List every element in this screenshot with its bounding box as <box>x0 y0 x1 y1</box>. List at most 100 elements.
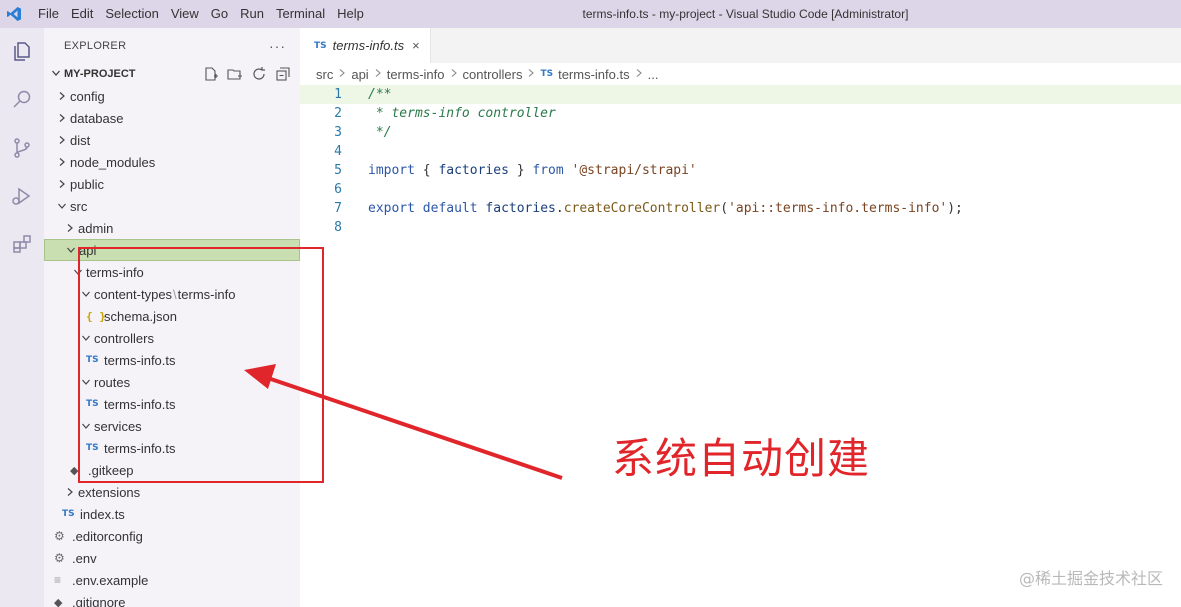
tree-label: terms-info.ts <box>104 440 176 456</box>
gear-icon: ⚙ <box>54 529 65 543</box>
tree-folder[interactable]: node_modules <box>44 151 300 173</box>
line-number: 1 <box>334 87 342 102</box>
tree-label: .env <box>72 550 97 566</box>
menu-item-selection[interactable]: Selection <box>99 0 164 28</box>
code-line[interactable]: 7 export default factories.createCoreCont… <box>300 199 1181 218</box>
close-icon[interactable]: × <box>412 38 420 53</box>
tree-file[interactable]: ≡ .env.example <box>44 569 300 591</box>
chevron-right-icon <box>450 68 458 81</box>
more-actions-icon[interactable]: ··· <box>269 38 286 54</box>
files-icon[interactable] <box>0 28 44 76</box>
tree-folder[interactable]: extensions <box>44 481 300 503</box>
tree-folder[interactable]: routes <box>44 371 300 393</box>
search-icon[interactable] <box>0 76 44 124</box>
tree-file[interactable]: TS terms-info.ts <box>44 393 300 415</box>
tree-folder[interactable]: src <box>44 195 300 217</box>
chevron-down-icon <box>78 333 94 343</box>
menu-item-view[interactable]: View <box>165 0 205 28</box>
chevron-right-icon <box>54 113 70 123</box>
tree-file[interactable]: { } schema.json <box>44 305 300 327</box>
chevron-right-icon <box>527 68 535 81</box>
tree-folder[interactable]: config <box>44 85 300 107</box>
chevron-right-icon <box>54 135 70 145</box>
breadcrumb-item[interactable]: api <box>351 67 368 82</box>
tree-folder[interactable]: api <box>44 239 300 261</box>
explorer-header: EXPLORER ··· <box>44 28 300 63</box>
code-editor[interactable]: 1 /** 2 * terms-info controller 3 */4 5 impor… <box>300 85 1181 237</box>
breadcrumb-item[interactable]: TS terms-info.ts <box>540 67 629 82</box>
tree-label: controllers <box>94 330 154 346</box>
tab-terms-info-ts[interactable]: TS terms-info.ts × <box>300 28 431 63</box>
tree-label: node_modules <box>70 154 156 170</box>
tree-file[interactable]: ⚙ .editorconfig <box>44 525 300 547</box>
collapse-all-icon[interactable] <box>274 65 292 83</box>
run-debug-icon[interactable] <box>0 172 44 220</box>
tree-folder[interactable]: terms-info <box>44 261 300 283</box>
project-name: MY-PROJECT <box>64 68 136 80</box>
tree-file[interactable]: TS index.ts <box>44 503 300 525</box>
chevron-down-icon <box>70 267 86 277</box>
line-number: 8 <box>334 220 342 235</box>
vscode-logo-icon <box>0 0 28 28</box>
chevron-down-icon <box>63 245 79 255</box>
breadcrumb-item[interactable]: src <box>316 67 333 82</box>
chevron-right-icon <box>54 91 70 101</box>
code-line[interactable]: 3 */ <box>300 123 1181 142</box>
code-line[interactable]: 6 <box>300 180 1181 199</box>
annotation-label: 系统自动创建 <box>612 434 871 483</box>
file-icon: ◆ <box>70 464 79 477</box>
code-line[interactable]: 8 <box>300 218 1181 237</box>
tree-label: terms-info <box>86 264 144 280</box>
tree-file[interactable]: TS terms-info.ts <box>44 349 300 371</box>
new-folder-icon[interactable] <box>226 65 244 83</box>
tree-folder[interactable]: admin <box>44 217 300 239</box>
code-text: /** <box>368 87 392 102</box>
editor-tabs: TS terms-info.ts × <box>300 28 1181 63</box>
chevron-right-icon <box>338 68 346 81</box>
menu-item-edit[interactable]: Edit <box>65 0 99 28</box>
tree-folder[interactable]: services <box>44 415 300 437</box>
new-file-icon[interactable] <box>202 65 220 83</box>
tree-label: database <box>70 110 124 126</box>
tree-label: terms-info.ts <box>104 352 176 368</box>
tree-file[interactable]: ◆ .gitkeep <box>44 459 300 481</box>
chevron-right-icon <box>62 487 78 497</box>
breadcrumb-item[interactable]: controllers <box>463 67 523 82</box>
code-text: */ <box>368 125 392 140</box>
code-text: import { factories } from '@strapi/strap… <box>368 163 697 178</box>
extensions-icon[interactable] <box>0 220 44 268</box>
tree-file[interactable]: ⚙ .env <box>44 547 300 569</box>
breadcrumb: src api terms-info controllers TS terms-info.… <box>300 63 1181 85</box>
code-line[interactable]: 2 * terms-info controller <box>300 104 1181 123</box>
menu-item-go[interactable]: Go <box>205 0 234 28</box>
file-tree: config database dist node_modules public src a… <box>44 85 300 607</box>
tree-label: public <box>70 176 104 192</box>
tree-folder[interactable]: dist <box>44 129 300 151</box>
tree-file[interactable]: TS terms-info.ts <box>44 437 300 459</box>
menu-item-help[interactable]: Help <box>331 0 370 28</box>
menu-item-run[interactable]: Run <box>234 0 270 28</box>
project-section-header[interactable]: MY-PROJECT <box>44 63 300 85</box>
chevron-right-icon <box>54 157 70 167</box>
tree-label: content-types <box>94 286 173 302</box>
breadcrumb-item[interactable]: ... <box>648 67 659 82</box>
chevron-down-icon <box>78 377 94 387</box>
tree-folder[interactable]: public <box>44 173 300 195</box>
code-line[interactable]: 1 /** <box>300 85 1181 104</box>
code-line[interactable]: 5 import { factories } from '@strapi/stra… <box>300 161 1181 180</box>
activity-bar <box>0 28 44 607</box>
tree-folder[interactable]: database <box>44 107 300 129</box>
tree-file[interactable]: ◆ .gitignore <box>44 591 300 607</box>
tree-folder[interactable]: controllers <box>44 327 300 349</box>
tree-label: .editorconfig <box>72 528 143 544</box>
code-line[interactable]: 4 <box>300 142 1181 161</box>
breadcrumb-item[interactable]: terms-info <box>387 67 445 82</box>
tree-label: services <box>94 418 142 434</box>
refresh-icon[interactable] <box>250 65 268 83</box>
tree-folder[interactable]: content-types \ terms-info <box>44 283 300 305</box>
menu-item-file[interactable]: File <box>32 0 65 28</box>
source-control-icon[interactable] <box>0 124 44 172</box>
menu-item-terminal[interactable]: Terminal <box>270 0 331 28</box>
